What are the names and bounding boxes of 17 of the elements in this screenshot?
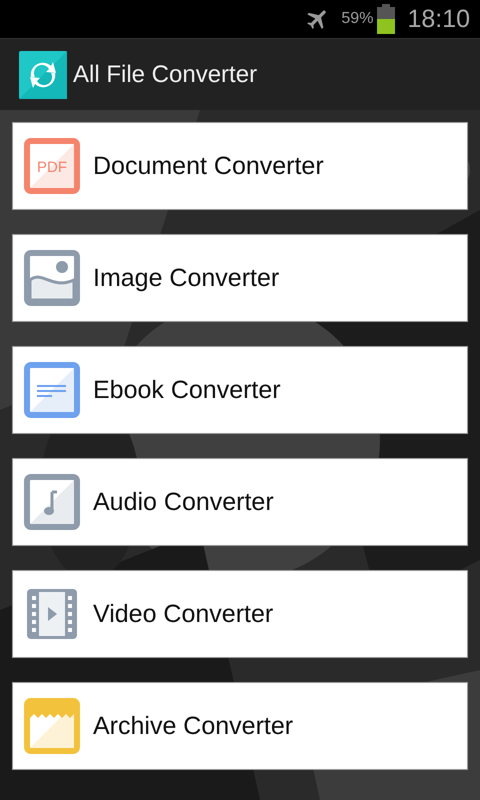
pdf-document-icon: PDF <box>24 138 80 194</box>
film-strip-icon <box>24 586 80 642</box>
converter-list-item[interactable]: Archive Converter <box>12 682 468 770</box>
converter-list-item[interactable]: Audio Converter <box>12 458 468 546</box>
converter-list-item[interactable]: PDF Document Converter <box>12 122 468 210</box>
archive-icon <box>24 698 80 754</box>
app-title: All File Converter <box>73 60 258 88</box>
app-logo-icon <box>19 50 67 98</box>
text-document-icon <box>24 362 80 418</box>
clock-time: 18:10 <box>407 4 470 34</box>
music-note-icon <box>24 474 80 530</box>
battery-icon <box>377 4 396 34</box>
converter-list-item[interactable]: Ebook Converter <box>12 346 468 434</box>
battery-percentage: 59% <box>341 10 374 28</box>
converter-list-item[interactable]: Video Converter <box>12 570 468 658</box>
landscape-image-icon <box>24 250 80 306</box>
converter-list-item[interactable]: Image Converter <box>12 234 468 322</box>
